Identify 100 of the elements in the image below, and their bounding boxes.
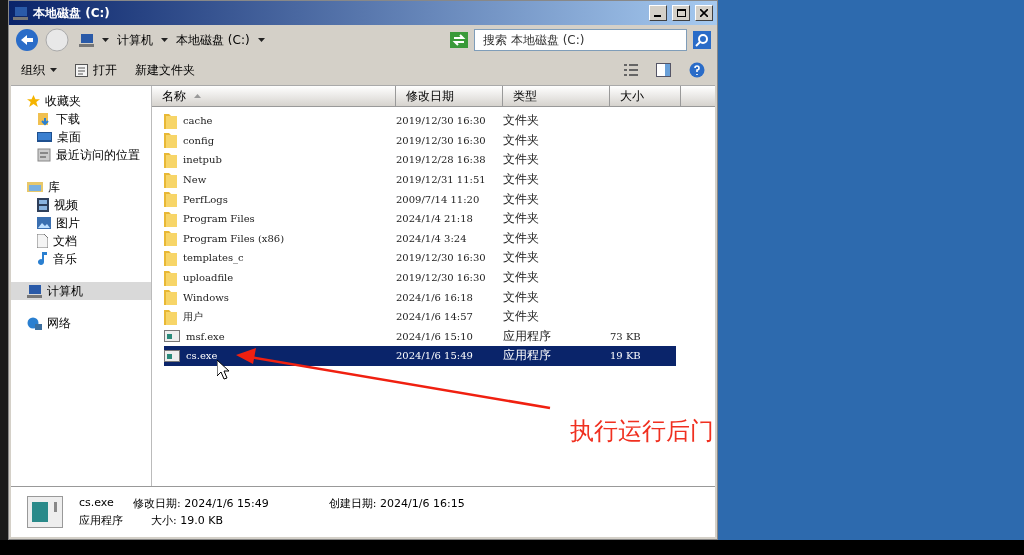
column-header[interactable]: 大小 <box>610 86 681 106</box>
file-type: 文件夹 <box>503 131 540 149</box>
file-name: templates_c <box>164 249 396 266</box>
sidebar-item[interactable]: 音乐 <box>11 250 151 268</box>
file-type: 应用程序 <box>503 327 552 345</box>
recent-places-icon <box>37 148 51 162</box>
file-row[interactable]: cache 2019/12/30 16:30 文件夹 <box>164 111 676 131</box>
sidebar-item[interactable]: 最近访问的位置 <box>11 146 151 164</box>
search-icon[interactable] <box>693 31 711 49</box>
file-row[interactable]: New 2019/12/31 11:51 文件夹 <box>164 169 676 190</box>
detail-modified: 修改日期: 2024/1/6 15:49 <box>133 496 269 511</box>
folder-icon <box>164 191 177 208</box>
file-name: uploadfile <box>164 269 396 286</box>
sidebar-item[interactable]: 网络 <box>11 314 151 332</box>
modified-date: 2019/12/31 11:51 <box>396 174 487 186</box>
file-row[interactable]: Program Files 2024/1/4 21:18 文件夹 <box>164 208 676 229</box>
file-type: 文件夹 <box>503 249 540 267</box>
file-name: Program Files <box>164 210 396 227</box>
sidebar-item[interactable]: 视频 <box>11 196 151 214</box>
folder-icon <box>164 230 177 247</box>
column-header[interactable]: 名称 <box>152 86 396 106</box>
file-row[interactable]: templates_c 2019/12/30 16:30 文件夹 <box>164 248 676 268</box>
file-type: 应用程序 <box>503 347 552 365</box>
sidebar-item[interactable]: 下载 <box>11 110 151 128</box>
file-name: PerfLogs <box>164 191 396 208</box>
computer-icon <box>79 33 94 47</box>
folder-icon <box>164 308 177 325</box>
modified-date: 2019/12/30 16:30 <box>396 252 487 264</box>
refresh-icon[interactable] <box>450 32 468 48</box>
modified-date: 2009/7/14 11:20 <box>396 193 481 205</box>
toolbar-button[interactable]: 新建文件夹 <box>135 59 195 81</box>
detail-size: 大小: 19.0 KB <box>150 513 224 528</box>
program-icon <box>164 330 180 343</box>
sidebar-item[interactable]: 收藏夹 <box>11 92 151 110</box>
modified-date: 2024/1/4 21:18 <box>396 213 474 225</box>
folder-icon <box>164 171 177 188</box>
modified-date: 2019/12/30 16:30 <box>396 134 487 146</box>
file-row[interactable]: PerfLogs 2009/7/14 11:20 文件夹 <box>164 189 676 209</box>
file-name: msf.exe <box>164 330 396 343</box>
file-type: 文件夹 <box>503 190 540 208</box>
modified-date: 2024/1/6 15:49 <box>396 350 474 362</box>
sort-arrow-icon <box>194 94 201 98</box>
file-row[interactable]: inetpub 2019/12/28 16:38 文件夹 <box>164 150 676 170</box>
file-size: 19 KB <box>610 350 642 362</box>
preview-pane-icon[interactable] <box>656 63 671 77</box>
file-type: 文件夹 <box>503 288 540 306</box>
folder-icon <box>164 210 177 227</box>
file-row[interactable]: config 2019/12/30 16:30 文件夹 <box>164 130 676 151</box>
document-icon <box>37 234 48 248</box>
search-field[interactable]: 搜索 本地磁盘 (C:) <box>474 29 687 51</box>
maximize-button[interactable] <box>672 5 690 21</box>
file-row[interactable]: cs.exe 2024/1/6 15:49 应用程序 19 KB <box>164 346 676 366</box>
folder-icon <box>164 249 177 266</box>
detail-name: cs.exe <box>79 496 115 511</box>
file-name: New <box>164 171 396 188</box>
toolbar-button[interactable]: 组织 <box>21 59 57 81</box>
file-size: 73 KB <box>610 330 642 342</box>
modified-date: 2019/12/30 16:30 <box>396 272 487 284</box>
music-note-icon <box>37 252 48 266</box>
file-row[interactable]: 用户 2024/1/6 14:57 文件夹 <box>164 306 676 327</box>
modified-date: 2024/1/6 15:10 <box>396 330 474 342</box>
help-icon[interactable] <box>689 62 705 78</box>
breadcrumb[interactable]: 本地磁盘 (C:) <box>176 31 250 49</box>
caret-icon <box>161 38 168 42</box>
close-icon <box>700 9 708 17</box>
folder-icon <box>164 152 177 168</box>
folder-icon <box>164 132 177 149</box>
column-header[interactable]: 修改日期 <box>396 86 503 106</box>
file-type: 文件夹 <box>503 210 540 228</box>
file-type: 文件夹 <box>503 151 540 169</box>
sidebar-item[interactable]: 图片 <box>11 214 151 232</box>
modified-date: 2024/1/6 14:57 <box>396 311 474 323</box>
file-row[interactable]: Windows 2024/1/6 16:18 文件夹 <box>164 287 676 307</box>
minimize-button[interactable] <box>649 5 667 21</box>
video-icon <box>37 198 49 212</box>
sidebar-item[interactable]: 文档 <box>11 232 151 250</box>
file-row[interactable]: msf.exe 2024/1/6 15:10 应用程序 73 KB <box>164 326 676 347</box>
file-row[interactable]: Program Files (x86) 2024/1/4 3:24 文件夹 <box>164 228 676 249</box>
breadcrumb[interactable]: 计算机 <box>117 31 153 49</box>
sidebar-item[interactable]: 库 <box>11 178 151 196</box>
annotation-text: 执行运行后门 <box>570 416 714 447</box>
program-icon <box>27 496 63 528</box>
column-header[interactable]: 类型 <box>503 86 610 106</box>
download-folder-icon <box>37 112 51 126</box>
detail-created: 创建日期: 2024/1/6 16:15 <box>327 496 465 511</box>
picture-icon <box>37 217 51 229</box>
view-options-icon[interactable] <box>624 64 638 76</box>
modified-date: 2024/1/4 3:24 <box>396 232 468 244</box>
file-row[interactable]: uploadfile 2019/12/30 16:30 文件夹 <box>164 267 676 288</box>
folder-icon <box>164 112 177 129</box>
file-name: inetpub <box>164 152 396 168</box>
toolbar-button[interactable]: 打开 <box>75 59 117 81</box>
file-name: cs.exe <box>164 349 396 362</box>
close-button[interactable] <box>695 5 713 21</box>
sidebar-item[interactable]: 计算机 <box>11 282 151 300</box>
sidebar-item[interactable]: 桌面 <box>11 128 151 146</box>
caret-icon <box>257 38 265 42</box>
file-type: 文件夹 <box>503 171 540 189</box>
file-type: 文件夹 <box>503 229 540 247</box>
file-type: 文件夹 <box>503 308 540 326</box>
